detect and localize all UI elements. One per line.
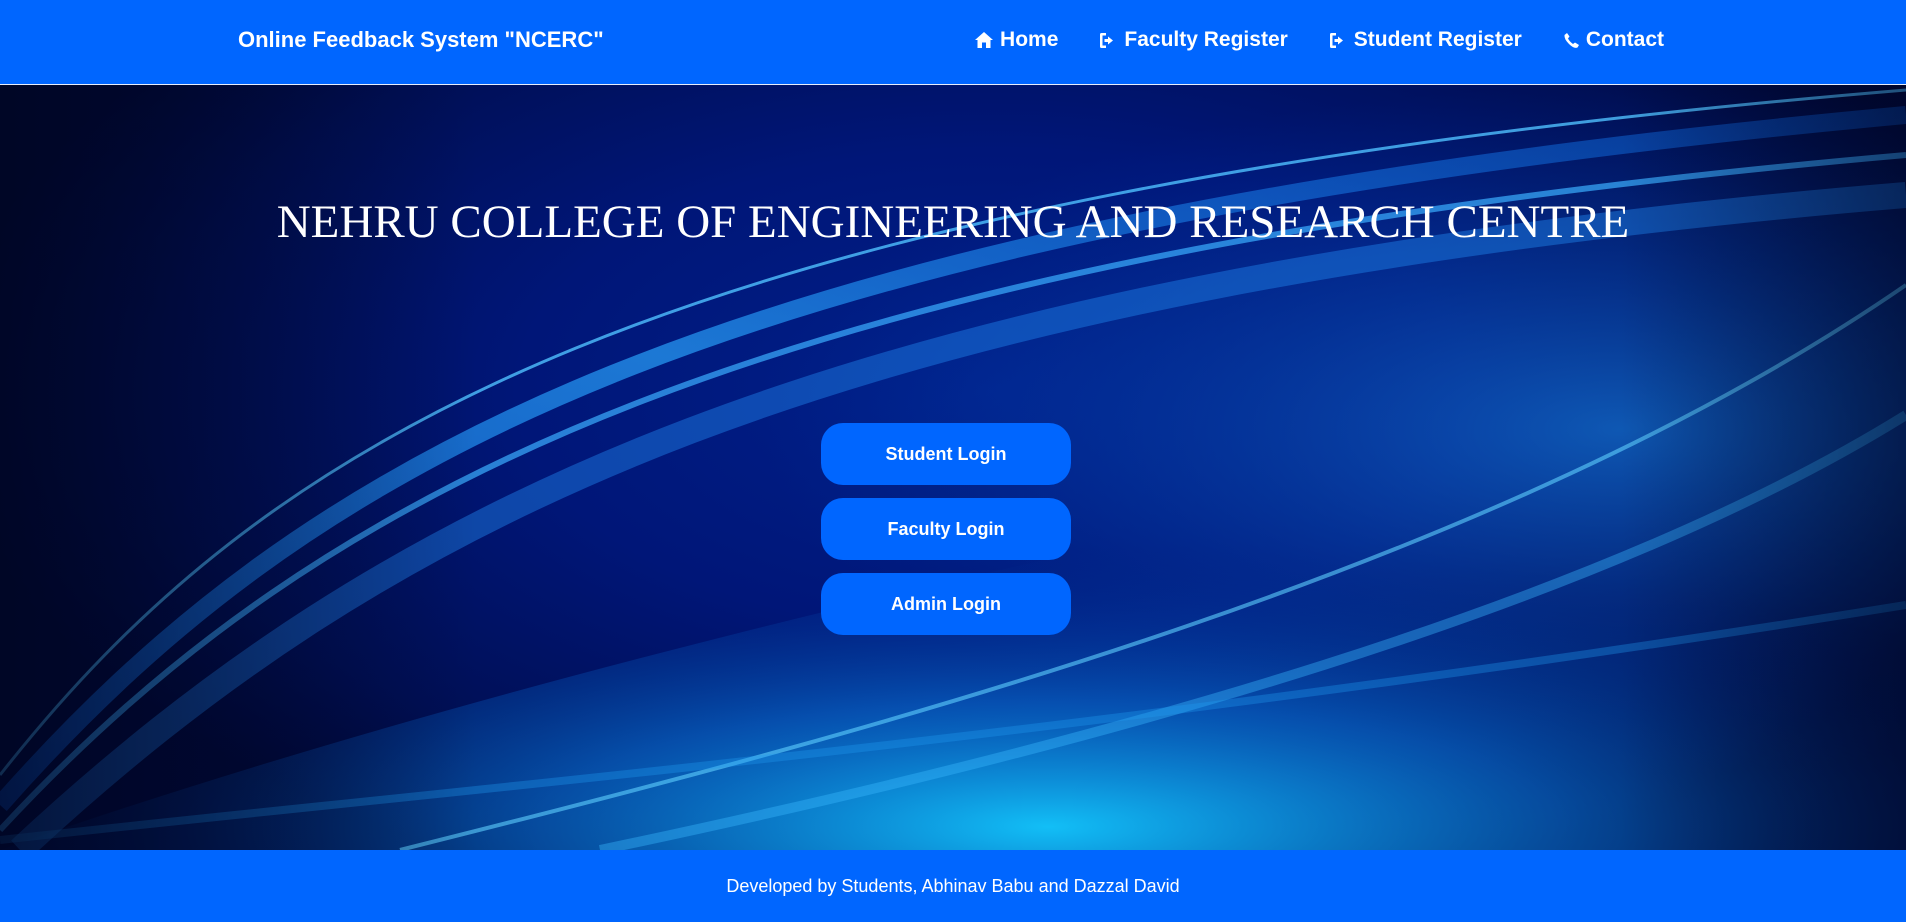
top-navbar: Online Feedback System "NCERC" Home Facu…: [0, 0, 1906, 85]
brand-title[interactable]: Online Feedback System "NCERC": [238, 27, 604, 53]
nav-student-register-label: Student Register: [1353, 28, 1522, 51]
nav-faculty-register[interactable]: Faculty Register: [1099, 28, 1288, 52]
nav-contact-label: Contact: [1585, 28, 1664, 51]
nav-home-label: Home: [1000, 28, 1059, 51]
nav-links: Home Faculty Register Student Register C…: [974, 27, 1664, 53]
footer-credits: Developed by Students, Abhinav Babu and …: [726, 876, 1180, 896]
nav-student-register[interactable]: Student Register: [1329, 28, 1522, 52]
nav-faculty-register-label: Faculty Register: [1124, 28, 1288, 51]
hero-section: NEHRU COLLEGE OF ENGINEERING AND RESEARC…: [0, 85, 1906, 850]
home-icon: [975, 32, 994, 48]
footer: Developed by Students, Abhinav Babu and …: [0, 850, 1906, 922]
student-login-button[interactable]: Student Login: [821, 423, 1071, 485]
sign-in-icon: [1100, 32, 1114, 48]
admin-login-button[interactable]: Admin Login: [821, 573, 1071, 635]
page-title: NEHRU COLLEGE OF ENGINEERING AND RESEARC…: [276, 196, 1630, 248]
faculty-login-button[interactable]: Faculty Login: [821, 498, 1071, 560]
phone-icon: [1564, 32, 1579, 48]
nav-home[interactable]: Home: [974, 28, 1058, 52]
sign-in-icon: [1329, 32, 1343, 48]
nav-contact[interactable]: Contact: [1563, 28, 1664, 52]
